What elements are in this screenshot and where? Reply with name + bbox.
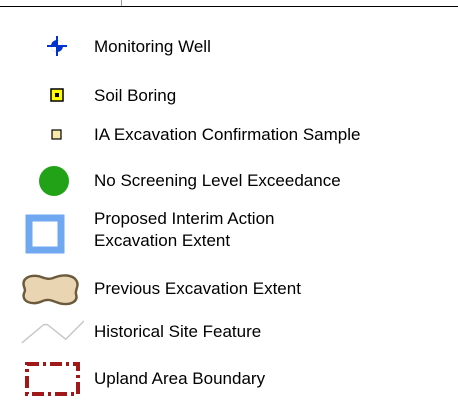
legend-label-monitoring-well: Monitoring Well: [94, 37, 211, 56]
monitoring-well-icon: [47, 36, 67, 56]
legend-item-no-exceedance: No Screening Level Exceedance: [0, 166, 458, 198]
historical-feature-icon: [21, 320, 84, 344]
confirmation-sample-icon: [51, 129, 62, 140]
legend-label-proposed-line2: Excavation Extent: [94, 231, 231, 250]
green-circle-icon: [39, 166, 69, 196]
upland-boundary-icon: [25, 362, 80, 396]
legend-item-historical-feature: Historical Site Feature: [0, 316, 458, 346]
map-legend: Monitoring Well Soil Boring IA Excavatio…: [0, 0, 458, 413]
previous-excavation-icon: [22, 274, 79, 306]
legend-item-previous-excavation: Previous Excavation Extent: [0, 268, 458, 308]
legend-label-historical-feature: Historical Site Feature: [94, 322, 262, 341]
legend-label-ia-confirmation-sample: IA Excavation Confirmation Sample: [94, 125, 361, 144]
legend-item-monitoring-well: Monitoring Well: [0, 36, 458, 58]
legend-label-previous-excavation: Previous Excavation Extent: [94, 279, 301, 298]
legend-item-proposed-excavation: Proposed Interim Action Excavation Exten…: [0, 208, 458, 258]
legend-label-proposed-excavation: Proposed Interim Action Excavation Exten…: [94, 208, 434, 252]
legend-item-soil-boring: Soil Boring: [0, 85, 458, 107]
legend-label-no-exceedance: No Screening Level Exceedance: [94, 171, 341, 190]
soil-boring-icon: [50, 88, 64, 102]
legend-label-soil-boring: Soil Boring: [94, 86, 177, 105]
legend-top-border: [0, 6, 458, 7]
legend-item-ia-confirmation-sample: IA Excavation Confirmation Sample: [0, 124, 458, 146]
legend-label-upland-boundary: Upland Area Boundary: [94, 369, 266, 388]
proposed-excavation-icon: [25, 214, 65, 254]
legend-item-upland-boundary: Upland Area Boundary: [0, 360, 458, 398]
legend-label-proposed-line1: Proposed Interim Action: [94, 209, 275, 228]
